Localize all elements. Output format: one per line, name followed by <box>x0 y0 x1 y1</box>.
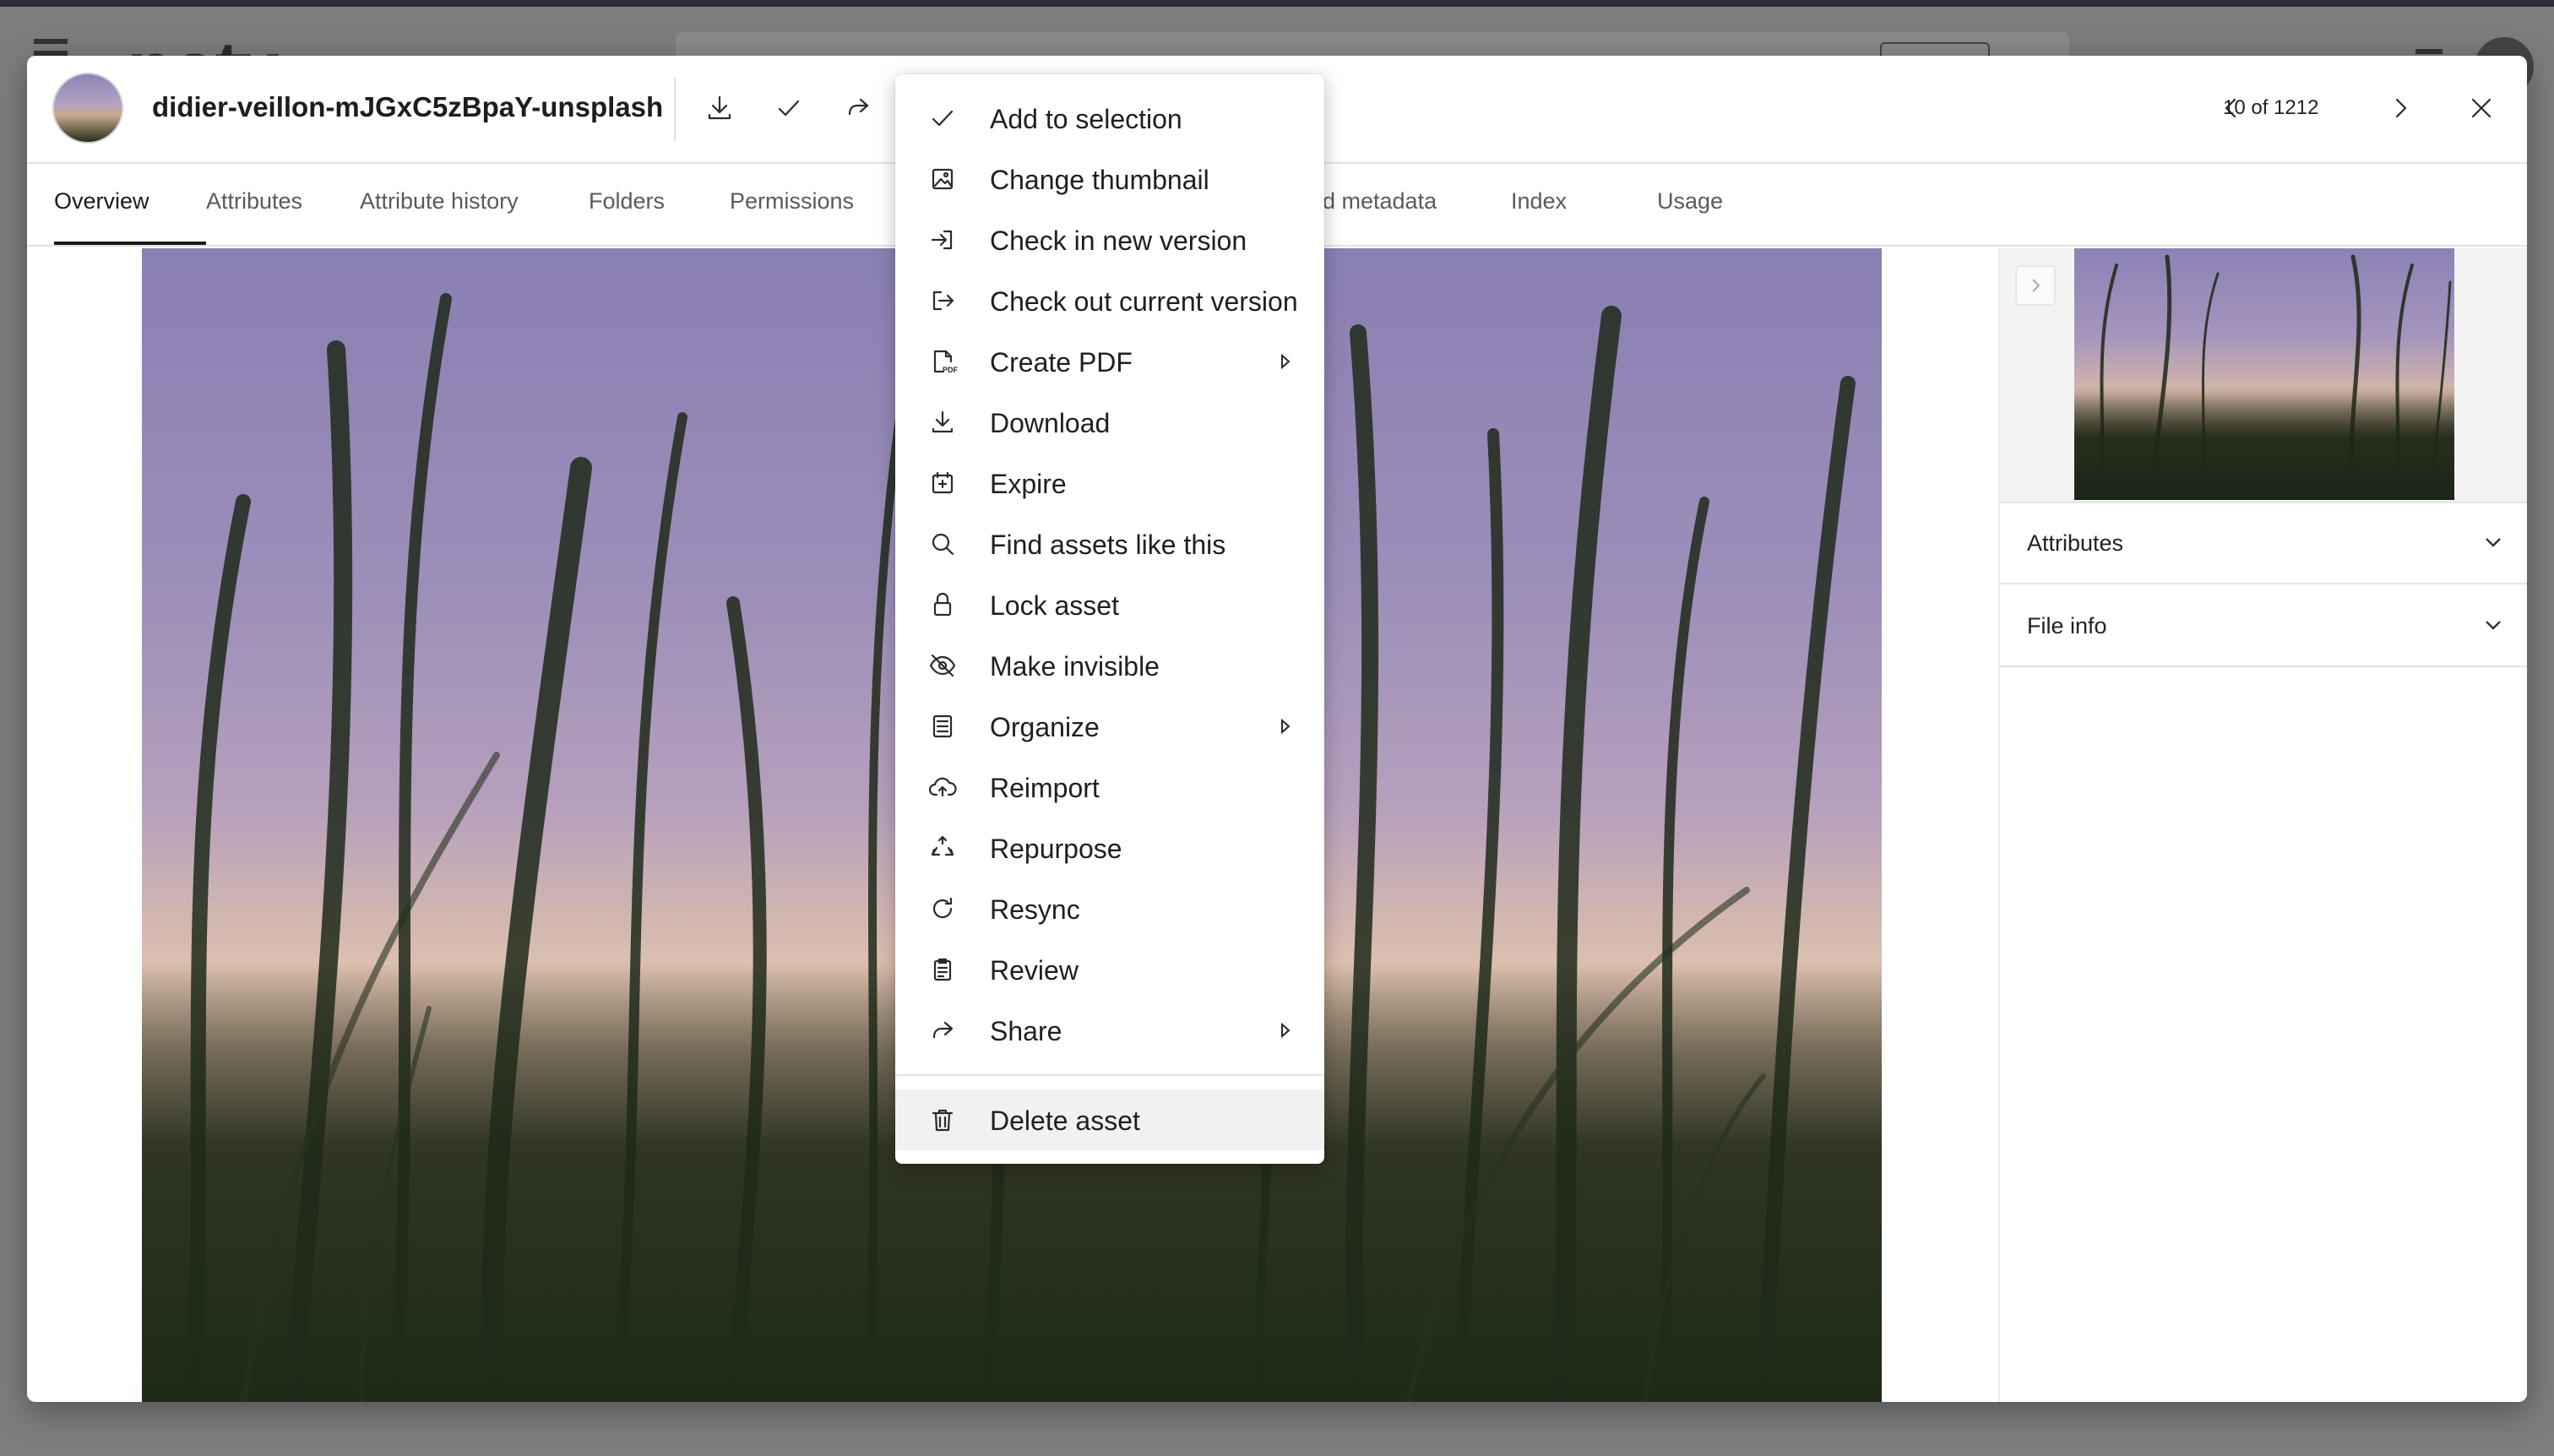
menu-item-label: Find assets like this <box>990 530 1226 560</box>
svg-text:PDF: PDF <box>943 366 958 374</box>
menu-item-organize[interactable]: Organize <box>895 696 1324 757</box>
menu-item-label: Delete asset <box>990 1106 1140 1136</box>
asset-title: didier-veillon-mJGxC5zBpaY-unsplash <box>152 91 664 122</box>
menu-item-label: Lock asset <box>990 590 1119 621</box>
window-top-border <box>0 0 2554 7</box>
menu-item-label: Create PDF <box>990 347 1133 378</box>
menu-item-label: Make invisible <box>990 651 1160 682</box>
pdf-icon: PDF <box>933 350 958 374</box>
menu-item-repurpose[interactable]: Repurpose <box>895 818 1324 878</box>
next-asset-button[interactable] <box>2373 81 2427 135</box>
refresh-icon <box>932 897 953 919</box>
right-sidebar: Attributes File info <box>1998 248 2527 1402</box>
tab-attributes[interactable]: Attributes <box>206 162 302 245</box>
check-icon <box>932 110 954 127</box>
menu-item-make-invisible[interactable]: Make invisible <box>895 635 1324 696</box>
menu-item-check-out-current-version[interactable]: Check out current version <box>895 270 1324 331</box>
check-in-icon <box>931 230 953 250</box>
recycle-icon <box>931 835 954 856</box>
menu-item-create-pdf[interactable]: PDF Create PDF <box>895 331 1324 392</box>
menu-item-label: Change thumbnail <box>990 165 1209 195</box>
menu-divider <box>895 1074 1324 1076</box>
asset-pager: 10 of 1212 <box>2223 96 2319 119</box>
chevron-right-icon <box>2032 279 2040 292</box>
select-button[interactable] <box>762 81 816 135</box>
menu-item-label: Check out current version <box>990 286 1298 317</box>
submenu-arrow-icon <box>1281 718 1291 735</box>
menu-item-add-to-selection[interactable]: Add to selection <box>895 88 1324 149</box>
sidebar-thumbnail <box>2074 248 2454 500</box>
menu-item-resync[interactable]: Resync <box>895 878 1324 939</box>
calendar-plus-icon <box>932 471 954 494</box>
share-button[interactable] <box>831 81 885 135</box>
chevron-down-icon <box>2486 621 2501 630</box>
tab-permissions[interactable]: Permissions <box>730 162 854 245</box>
chevron-right-icon <box>2395 98 2407 118</box>
share-icon <box>932 1021 954 1039</box>
download-button[interactable] <box>693 81 747 135</box>
share-icon <box>848 98 869 116</box>
image-icon <box>932 168 954 190</box>
submenu-arrow-icon <box>1281 1022 1291 1039</box>
menu-item-label: Download <box>990 408 1111 438</box>
trash-icon <box>932 1109 954 1132</box>
thumbnail-grass <box>2098 254 2452 500</box>
menu-item-label: Expire <box>990 469 1067 499</box>
expand-sidebar-button[interactable] <box>2015 265 2056 306</box>
download-icon <box>932 410 954 433</box>
file-info-section-label: File info <box>2027 613 2107 638</box>
menu-item-delete-asset[interactable]: Delete asset <box>895 1089 1324 1150</box>
check-out-icon <box>932 291 954 311</box>
menu-item-find-assets-like-this[interactable]: Find assets like this <box>895 513 1324 574</box>
menu-item-label: Share <box>990 1016 1062 1046</box>
menu-item-download[interactable]: Download <box>895 392 1324 453</box>
attributes-section[interactable]: Attributes <box>2000 502 2527 584</box>
cloud-upload-icon <box>928 777 957 797</box>
menu-item-label: Repurpose <box>990 834 1122 864</box>
tab-metadata[interactable]: d metadata <box>1323 162 1437 245</box>
menu-item-lock-asset[interactable]: Lock asset <box>895 574 1324 635</box>
header-divider <box>674 78 676 142</box>
menu-item-label: Check in new version <box>990 225 1247 256</box>
tab-index[interactable]: Index <box>1511 162 1567 245</box>
upload-icon <box>2415 49 2443 54</box>
menu-item-label: Reimport <box>990 773 1100 803</box>
menu-item-label: Organize <box>990 712 1100 742</box>
menu-item-change-thumbnail[interactable]: Change thumbnail <box>895 149 1324 209</box>
eye-off-icon <box>929 654 956 677</box>
sidebar-preview <box>2000 248 2527 503</box>
menu-item-label: Resync <box>990 894 1080 925</box>
menu-item-reimport[interactable]: Reimport <box>895 757 1324 818</box>
menu-item-label: Review <box>990 955 1079 986</box>
chevron-down-icon <box>2486 538 2501 547</box>
menu-item-check-in-new-version[interactable]: Check in new version <box>895 209 1324 270</box>
download-icon <box>708 95 731 120</box>
close-icon <box>2471 98 2492 118</box>
attributes-section-label: Attributes <box>2027 530 2124 556</box>
clipboard-icon <box>933 958 952 981</box>
close-button[interactable] <box>2454 81 2508 135</box>
asset-thumbnail-avatar <box>52 73 123 144</box>
lock-icon <box>933 592 952 617</box>
tab-folders[interactable]: Folders <box>589 162 665 245</box>
menu-item-share[interactable]: Share <box>895 1000 1324 1061</box>
menu-item-label: Add to selection <box>990 104 1182 134</box>
tab-usage[interactable]: Usage <box>1657 162 1723 245</box>
list-icon <box>932 714 953 738</box>
asset-actions-menu: Add to selection Change thumbnail Check … <box>895 74 1324 1164</box>
file-info-section[interactable]: File info <box>2000 584 2527 667</box>
menu-item-review[interactable]: Review <box>895 939 1324 1000</box>
menu-item-expire[interactable]: Expire <box>895 453 1324 513</box>
tab-overview[interactable]: Overview <box>54 162 206 245</box>
search-icon <box>932 533 954 556</box>
submenu-arrow-icon <box>1281 353 1291 370</box>
check-icon <box>778 100 800 117</box>
tab-attribute-history[interactable]: Attribute history <box>360 162 519 245</box>
